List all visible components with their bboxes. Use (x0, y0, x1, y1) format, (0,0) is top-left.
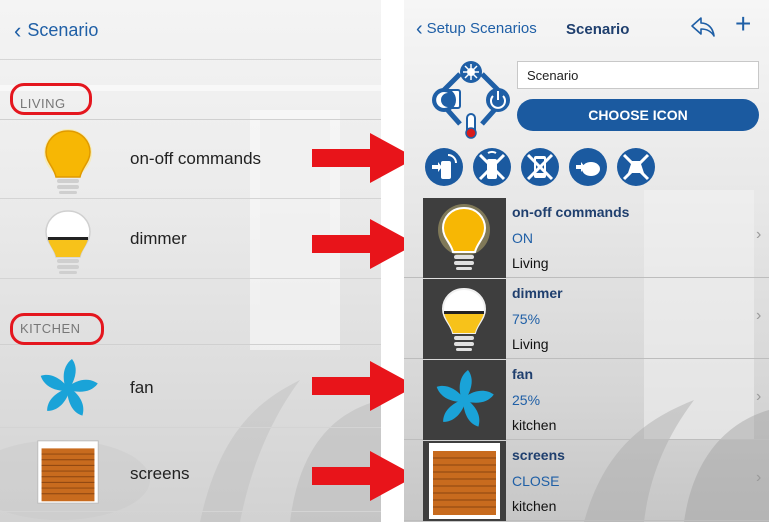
scenario-cycle-icon (432, 61, 510, 139)
device-room: kitchen (512, 417, 557, 433)
device-row-screens[interactable]: screens CLOSE kitchen › (404, 441, 769, 521)
arrow-right-icon (312, 219, 416, 269)
fan-icon (436, 370, 494, 427)
list-item-label: fan (130, 378, 154, 397)
chevron-right-icon: › (756, 469, 762, 486)
device-room: kitchen (512, 498, 557, 514)
device-row-on-off[interactable]: on-off commands ON Living › (404, 198, 769, 278)
add-button[interactable]: + (735, 10, 751, 38)
device-value: CLOSE (512, 473, 560, 489)
scenario-name-input[interactable] (517, 61, 759, 89)
chevron-right-icon: › (756, 226, 762, 243)
lightbulb-on-icon (44, 129, 92, 194)
device-thumbnail (423, 441, 506, 521)
chevron-right-icon: › (756, 388, 762, 405)
highlight-ring (10, 83, 92, 115)
share-icon[interactable] (690, 16, 716, 38)
chevron-left-icon: ‹ (416, 17, 423, 40)
remote-command-icon[interactable] (424, 147, 464, 187)
arrow-right-icon (312, 451, 416, 501)
right-nav-bar: ‹ Setup Scenarios Scenario + (404, 0, 769, 56)
list-item-label: screens (130, 464, 190, 483)
device-row-dimmer[interactable]: dimmer 75% Living › (404, 279, 769, 359)
device-room: Living (512, 336, 549, 352)
disabled-action-icon[interactable] (616, 147, 656, 187)
lightbulb-dim-icon (45, 210, 91, 274)
chevron-right-icon: › (756, 307, 762, 324)
disabled-phone-icon[interactable] (520, 147, 560, 187)
page-title: Scenario (566, 21, 630, 38)
device-value: 75% (512, 311, 541, 327)
back-button[interactable]: ‹ Setup Scenarios (416, 17, 537, 40)
list-item-label: on-off commands (130, 149, 262, 168)
device-value: ON (512, 230, 533, 246)
arrow-right-icon (312, 133, 416, 183)
choose-icon-button[interactable]: CHOOSE ICON (517, 99, 759, 131)
device-value: 25% (512, 392, 541, 408)
lightbulb-on-icon (438, 204, 490, 270)
sensor-command-icon[interactable] (568, 147, 608, 187)
device-room: Living (512, 255, 549, 271)
roller-shutter-icon (429, 443, 500, 519)
device-thumbnail (423, 360, 506, 440)
device-row-fan[interactable]: fan 25% kitchen › (404, 360, 769, 440)
device-name: screens (512, 447, 565, 463)
back-label: Setup Scenarios (426, 20, 537, 37)
right-screen: ‹ Setup Scenarios Scenario + CHOOSE ICON (404, 0, 769, 522)
command-toolbar (424, 147, 664, 187)
back-label: Scenario (27, 20, 99, 40)
disabled-remote-icon[interactable] (472, 147, 512, 187)
roller-shutter-icon (37, 440, 99, 504)
device-thumbnail (423, 279, 506, 359)
fan-icon (40, 359, 98, 416)
chevron-left-icon: ‹ (14, 17, 22, 43)
device-name: on-off commands (512, 204, 630, 220)
device-name: dimmer (512, 285, 563, 301)
lightbulb-dim-icon (441, 287, 487, 351)
left-nav-bar: ‹ Scenario (0, 0, 381, 60)
device-name: fan (512, 366, 533, 382)
list-item-label: dimmer (130, 229, 187, 248)
arrow-right-icon (312, 361, 416, 411)
back-button[interactable]: ‹ Scenario (14, 17, 99, 43)
highlight-ring (10, 313, 104, 345)
device-thumbnail (423, 198, 506, 278)
